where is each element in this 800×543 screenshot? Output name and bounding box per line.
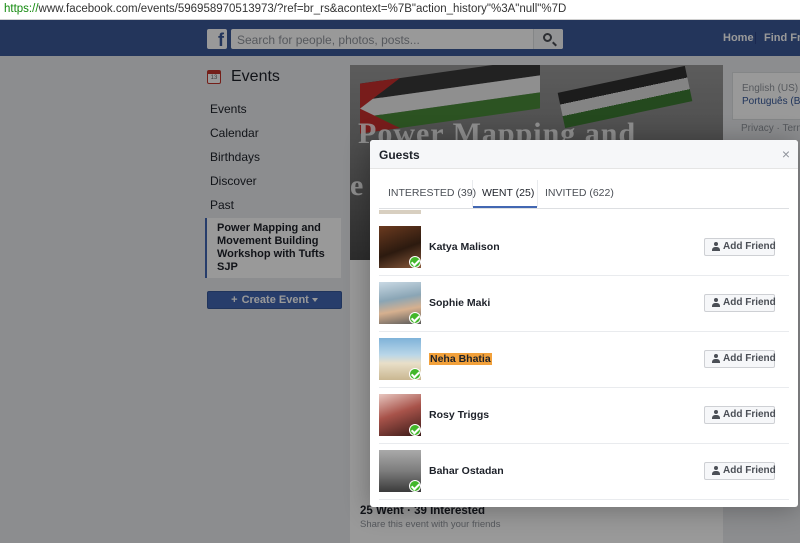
add-person-icon [712, 242, 722, 252]
dialog-title: Guests [379, 148, 420, 162]
close-icon[interactable]: × [782, 146, 790, 162]
list-item: Bahar Ostadan Add Friend [379, 444, 789, 500]
add-person-icon [712, 298, 722, 308]
add-person-icon [712, 466, 722, 476]
avatar[interactable] [379, 282, 421, 324]
add-friend-label: Add Friend [723, 465, 776, 476]
avatar[interactable] [379, 394, 421, 436]
add-person-icon [712, 354, 722, 364]
tab-divider [472, 180, 473, 207]
add-friend-button[interactable]: Add Friend [704, 462, 776, 480]
add-friend-label: Add Friend [723, 353, 776, 364]
tab-divider [537, 180, 538, 207]
went-check-icon [409, 256, 421, 268]
went-check-icon [409, 424, 421, 436]
active-tab-indicator [473, 206, 537, 208]
previous-avatar-partial [379, 210, 421, 214]
guest-name[interactable]: Bahar Ostadan [429, 465, 504, 477]
list-item: Rosy Triggs Add Friend [379, 388, 789, 444]
url-scheme: https:// [4, 3, 39, 15]
guest-tabs: INTERESTED (39) WENT (25) INVITED (622) [379, 180, 789, 209]
add-friend-label: Add Friend [723, 241, 776, 252]
guests-dialog: Guests × INTERESTED (39) WENT (25) INVIT… [370, 140, 798, 507]
list-item: Neha Bhatia Add Friend [379, 332, 789, 388]
went-check-icon [409, 312, 421, 324]
tab-invited[interactable]: INVITED (622) [545, 187, 614, 199]
tab-interested[interactable]: INTERESTED (39) [388, 187, 476, 199]
tab-went[interactable]: WENT (25) [482, 187, 534, 199]
url-text[interactable]: https://www.facebook.com/events/59695897… [4, 3, 566, 15]
guest-list[interactable]: Katya Malison Add Friend Sophie Maki Add… [379, 210, 789, 507]
add-friend-button[interactable]: Add Friend [704, 406, 776, 424]
add-friend-button[interactable]: Add Friend [704, 350, 776, 368]
guest-name-highlighted[interactable]: Neha Bhatia [429, 353, 492, 365]
went-check-icon [409, 368, 421, 380]
avatar[interactable] [379, 226, 421, 268]
browser-address-bar[interactable]: https://www.facebook.com/events/59695897… [0, 0, 800, 20]
went-check-icon [409, 480, 421, 492]
add-friend-label: Add Friend [723, 409, 776, 420]
avatar[interactable] [379, 338, 421, 380]
list-item: Katya Malison Add Friend [379, 220, 789, 276]
add-friend-button[interactable]: Add Friend [704, 294, 776, 312]
avatar[interactable] [379, 450, 421, 492]
guest-name[interactable]: Sophie Maki [429, 297, 490, 309]
guest-name[interactable]: Rosy Triggs [429, 409, 489, 421]
dialog-header: Guests × [370, 140, 798, 169]
add-friend-label: Add Friend [723, 297, 776, 308]
list-item: Sophie Maki Add Friend [379, 276, 789, 332]
add-person-icon [712, 410, 722, 420]
url-path: www.facebook.com/events/596958970513973/… [38, 3, 567, 15]
guest-name[interactable]: Katya Malison [429, 241, 500, 253]
add-friend-button[interactable]: Add Friend [704, 238, 776, 256]
